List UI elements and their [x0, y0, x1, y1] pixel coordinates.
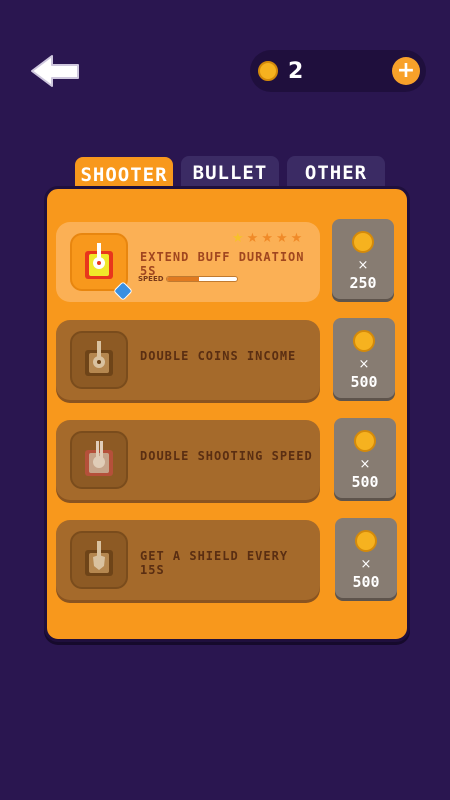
buy-button[interactable]: × 250 [332, 219, 394, 299]
tank-icon [70, 531, 128, 589]
star-icon: ★ [232, 231, 244, 246]
coin-icon [352, 231, 374, 253]
star-rating: ★ ★ ★ ★ ★ [232, 232, 302, 245]
speed-bar-fill [167, 277, 199, 281]
upgrade-row-double-coins[interactable]: DOUBLE COINS INCOME [56, 320, 320, 400]
price-amount: 500 [351, 473, 379, 491]
buy-button[interactable]: × 500 [335, 518, 397, 598]
times-symbol: × [358, 357, 370, 372]
star-icon: ★ [261, 231, 273, 246]
upgrade-title: GET A SHIELD EVERY 15S [140, 549, 289, 577]
upgrade-title: DOUBLE COINS INCOME [140, 349, 297, 363]
back-button[interactable] [30, 54, 82, 88]
times-symbol: × [360, 557, 372, 572]
times-symbol: × [359, 457, 371, 472]
star-icon: ★ [246, 231, 259, 246]
star-icon: ★ [290, 231, 303, 246]
speed-bar [166, 276, 238, 282]
coin-icon [258, 61, 278, 81]
coin-counter: 2 + [250, 50, 426, 92]
coin-count: 2 [288, 58, 304, 84]
coin-icon [353, 330, 375, 352]
price-amount: 500 [350, 373, 378, 391]
price-amount: 500 [352, 573, 380, 591]
upgrade-row-shield[interactable]: GET A SHIELD EVERY 15S [56, 520, 320, 600]
upgrade-title: DOUBLE SHOOTING SPEED [140, 449, 313, 463]
star-icon: ★ [275, 231, 288, 246]
upgrade-row-double-shooting[interactable]: DOUBLE SHOOTING SPEED [56, 420, 320, 500]
price-amount: 250 [349, 274, 377, 292]
coin-icon [355, 530, 377, 552]
tank-icon [70, 431, 128, 489]
speed-label: SPEED [138, 275, 164, 283]
buy-button[interactable]: × 500 [333, 318, 395, 398]
tank-icon [70, 233, 128, 291]
upgrade-title: EXTEND BUFF DURATION 5S [140, 250, 305, 278]
tab-bullet[interactable]: BULLET [181, 156, 279, 190]
buy-button[interactable]: × 500 [334, 418, 396, 498]
add-coins-button[interactable]: + [392, 57, 420, 85]
coin-icon [354, 430, 376, 452]
tank-icon [70, 331, 128, 389]
tab-other[interactable]: OTHER [287, 156, 385, 190]
times-symbol: × [357, 258, 369, 273]
upgrade-row-extend-buff[interactable]: ★ ★ ★ ★ ★ EXTEND BUFF DURATION 5S SPEED [56, 222, 320, 302]
back-arrow-icon [31, 55, 79, 87]
